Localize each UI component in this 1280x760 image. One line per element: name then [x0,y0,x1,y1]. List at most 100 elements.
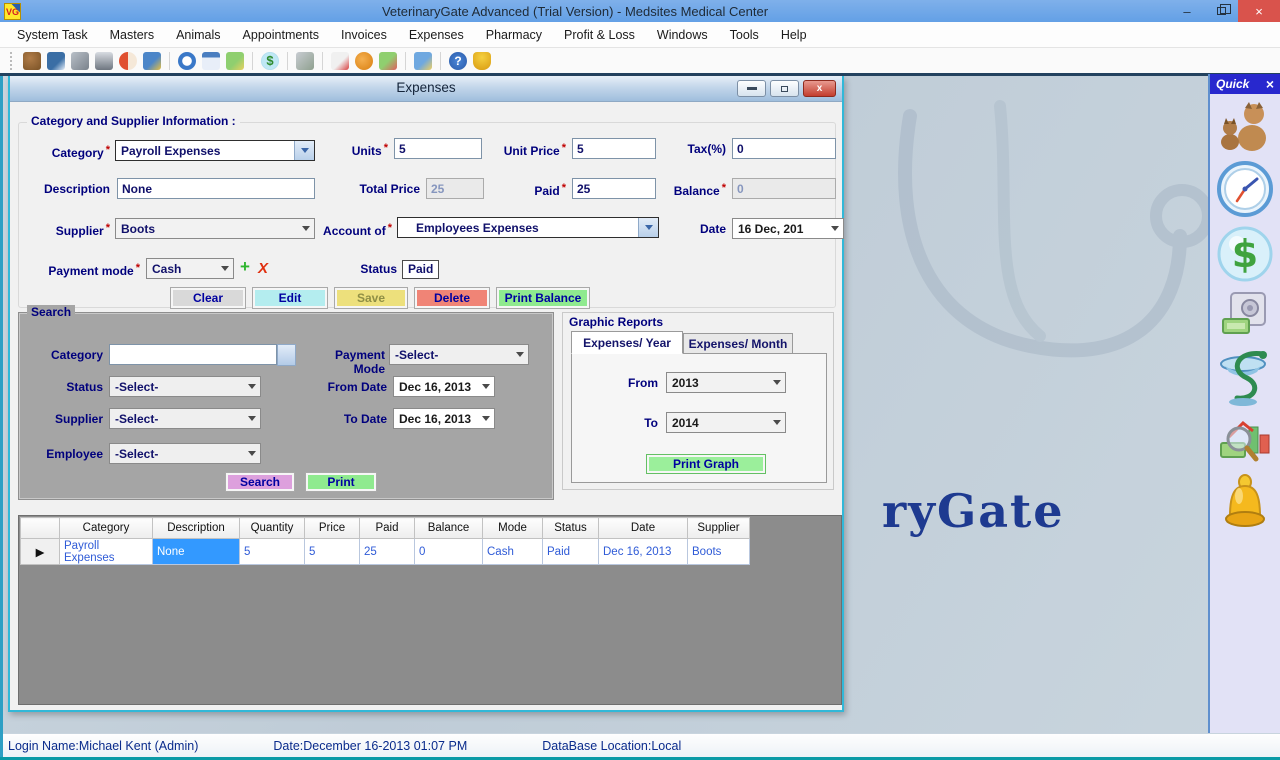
expenses-icon[interactable] [379,52,397,70]
clock-icon[interactable] [1217,161,1273,217]
calendar-icon[interactable] [202,52,220,70]
save-button[interactable]: Save [334,287,408,309]
search-button[interactable]: Search [225,472,295,492]
lab-icon[interactable] [95,52,113,70]
col-supplier[interactable]: Supplier [688,518,750,539]
category-combobox[interactable]: Payroll Expenses [115,140,315,161]
close-button[interactable]: × [1238,0,1280,22]
reports-icon[interactable] [1219,417,1271,465]
add-payment-mode-icon[interactable]: + [240,259,250,275]
delete-button[interactable]: Delete [414,287,490,309]
money-icon[interactable]: $ [1217,226,1273,282]
dialog-restore-button[interactable] [770,80,799,97]
cell-mode[interactable]: Cash [483,539,543,565]
tax-input[interactable] [732,138,836,159]
pharmacy-icon[interactable] [414,52,432,70]
pharmacy-icon[interactable] [1217,348,1273,408]
cash-safe-icon[interactable] [1221,291,1269,339]
supplier-combobox[interactable]: Boots [115,218,315,239]
row-selector-cell[interactable]: ▶ [21,539,60,565]
animals-icon[interactable] [1218,100,1272,152]
tab-expenses-month[interactable]: Expenses/ Month [683,333,793,354]
col-balance[interactable]: Balance [415,518,483,539]
account-of-combobox[interactable]: Employees Expenses [397,217,659,238]
chevron-down-icon[interactable] [294,141,314,160]
delete-payment-mode-icon[interactable]: X [258,260,268,277]
minimize-button[interactable]: – [1170,0,1204,22]
clear-button[interactable]: Clear [170,287,246,309]
chevron-down-icon[interactable] [638,218,658,237]
unit-price-input[interactable] [572,138,656,159]
menu-animals[interactable]: Animals [165,24,231,46]
print-graph-button[interactable]: Print Graph [646,454,766,474]
paid-input[interactable] [572,178,656,199]
edit-button[interactable]: Edit [252,287,328,309]
menu-windows[interactable]: Windows [646,24,719,46]
col-price[interactable]: Price [305,518,360,539]
cell-balance[interactable]: 0 [415,539,483,565]
search-from-date-combobox[interactable]: Dec 16, 2013 [393,376,495,397]
returns-icon[interactable] [355,52,373,70]
menu-profit-loss[interactable]: Profit & Loss [553,24,646,46]
menu-tools[interactable]: Tools [719,24,770,46]
cell-date[interactable]: Dec 16, 2013 [599,539,688,565]
menu-masters[interactable]: Masters [99,24,165,46]
expenses-grid-panel: Category Description Quantity Price Paid… [18,515,842,705]
search-status-combobox[interactable]: -Select- [109,376,261,397]
menu-expenses[interactable]: Expenses [398,24,475,46]
print-button[interactable]: Print [305,472,377,492]
medication-icon[interactable] [119,52,137,70]
reminder-bell-icon[interactable] [1220,474,1270,532]
col-mode[interactable]: Mode [483,518,543,539]
cell-price[interactable]: 5 [305,539,360,565]
reminders-icon[interactable] [473,52,491,70]
menu-system-task[interactable]: System Task [6,24,99,46]
quick-sidebar-close-icon[interactable]: × [1266,76,1274,92]
search-category-input[interactable] [109,344,277,365]
dialog-minimize-button[interactable] [737,80,766,97]
billing-icon[interactable] [226,52,244,70]
description-input[interactable] [117,178,315,199]
menu-pharmacy[interactable]: Pharmacy [475,24,553,46]
graph-from-combobox[interactable]: 2013 [666,372,786,393]
col-description[interactable]: Description [153,518,240,539]
col-quantity[interactable]: Quantity [240,518,305,539]
print-balance-button[interactable]: Print Balance [496,287,590,309]
col-status[interactable]: Status [543,518,599,539]
tab-expenses-year[interactable]: Expenses/ Year [571,331,683,354]
menu-appointments[interactable]: Appointments [232,24,330,46]
clock-icon[interactable] [178,52,196,70]
cell-quantity[interactable]: 5 [240,539,305,565]
dialog-close-button[interactable]: x [803,80,836,97]
search-status-value: -Select- [110,380,244,394]
cell-status[interactable]: Paid [543,539,599,565]
cell-supplier[interactable]: Boots [688,539,750,565]
grooming-icon[interactable] [143,52,161,70]
purchases-icon[interactable] [331,52,349,70]
date-combobox[interactable]: 16 Dec, 201 [732,218,844,239]
search-employee-combobox[interactable]: -Select- [109,443,261,464]
col-date[interactable]: Date [599,518,688,539]
table-row[interactable]: ▶ Payroll Expenses None 5 5 25 0 Cash Pa… [21,539,750,565]
inventory-icon[interactable] [296,52,314,70]
cell-description[interactable]: None [153,539,240,565]
payments-icon[interactable]: $ [261,52,279,70]
cell-category[interactable]: Payroll Expenses [60,539,153,565]
surgery-icon[interactable] [71,52,89,70]
search-payment-mode-combobox[interactable]: -Select- [389,344,529,365]
units-input[interactable] [394,138,482,159]
clients-icon[interactable] [47,52,65,70]
graph-to-combobox[interactable]: 2014 [666,412,786,433]
col-paid[interactable]: Paid [360,518,415,539]
menu-help[interactable]: Help [770,24,818,46]
animals-icon[interactable] [23,52,41,70]
search-supplier-combobox[interactable]: -Select- [109,408,261,429]
search-to-date-combobox[interactable]: Dec 16, 2013 [393,408,495,429]
payment-mode-combobox[interactable]: Cash [146,258,234,279]
help-icon[interactable]: ? [449,52,467,70]
menu-invoices[interactable]: Invoices [330,24,398,46]
col-category[interactable]: Category [60,518,153,539]
search-category-dropdown-button[interactable] [277,344,296,366]
restore-button[interactable] [1204,0,1238,22]
cell-paid[interactable]: 25 [360,539,415,565]
